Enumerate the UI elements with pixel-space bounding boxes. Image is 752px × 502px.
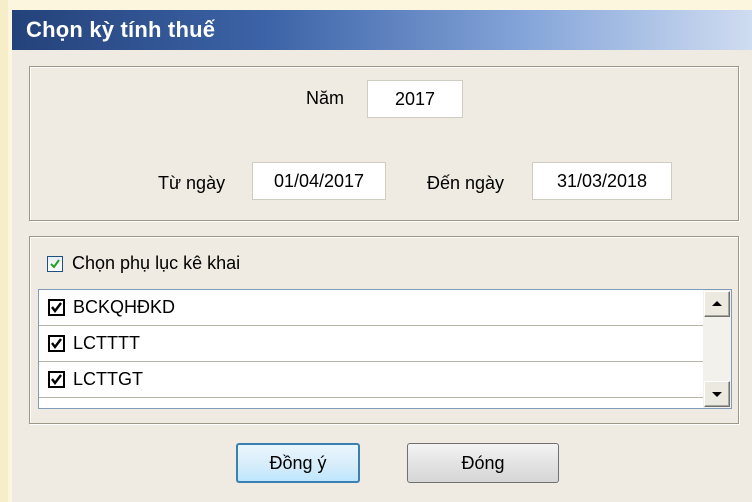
dialog-title: Chọn kỳ tính thuế (26, 17, 216, 42)
vertical-scrollbar[interactable] (703, 290, 731, 408)
from-date-field[interactable]: 01/04/2017 (252, 162, 386, 200)
title-bar: Chọn kỳ tính thuế (12, 10, 752, 50)
item-label: LCTTTT (73, 333, 140, 353)
check-icon (51, 302, 62, 313)
scroll-down-button[interactable] (704, 381, 730, 407)
to-date-label: Đến ngày (427, 173, 505, 193)
year-field[interactable]: 2017 (367, 80, 463, 118)
item-checkbox[interactable] (48, 371, 65, 388)
list-item[interactable]: BCKQHĐKD (39, 290, 705, 326)
item-label: LCTTGT (73, 369, 143, 389)
window-edge (0, 0, 8, 502)
scroll-up-button[interactable] (704, 291, 730, 317)
list-item[interactable]: LCTTGT (39, 362, 705, 398)
year-label: Năm (306, 88, 345, 108)
from-date-label: Từ ngày (158, 173, 226, 193)
appendix-listbox[interactable]: BCKQHĐKD LCTTTT LCTTGT (38, 289, 732, 409)
select-appendix-checkbox[interactable] (47, 256, 63, 272)
item-checkbox[interactable] (48, 335, 65, 352)
list-item[interactable]: LCTTTT (39, 326, 705, 362)
ok-button[interactable]: Đồng ý (236, 443, 360, 483)
check-icon (51, 338, 62, 349)
arrow-up-icon (712, 301, 722, 306)
item-checkbox[interactable] (48, 299, 65, 316)
to-date-field[interactable]: 31/03/2018 (532, 162, 672, 200)
arrow-down-icon (712, 392, 722, 397)
select-appendix-label[interactable]: Chọn phụ lục kê khai (72, 253, 240, 274)
check-icon (50, 259, 60, 269)
close-button[interactable]: Đóng (407, 443, 559, 483)
check-icon (51, 374, 62, 385)
item-label: BCKQHĐKD (73, 297, 176, 317)
